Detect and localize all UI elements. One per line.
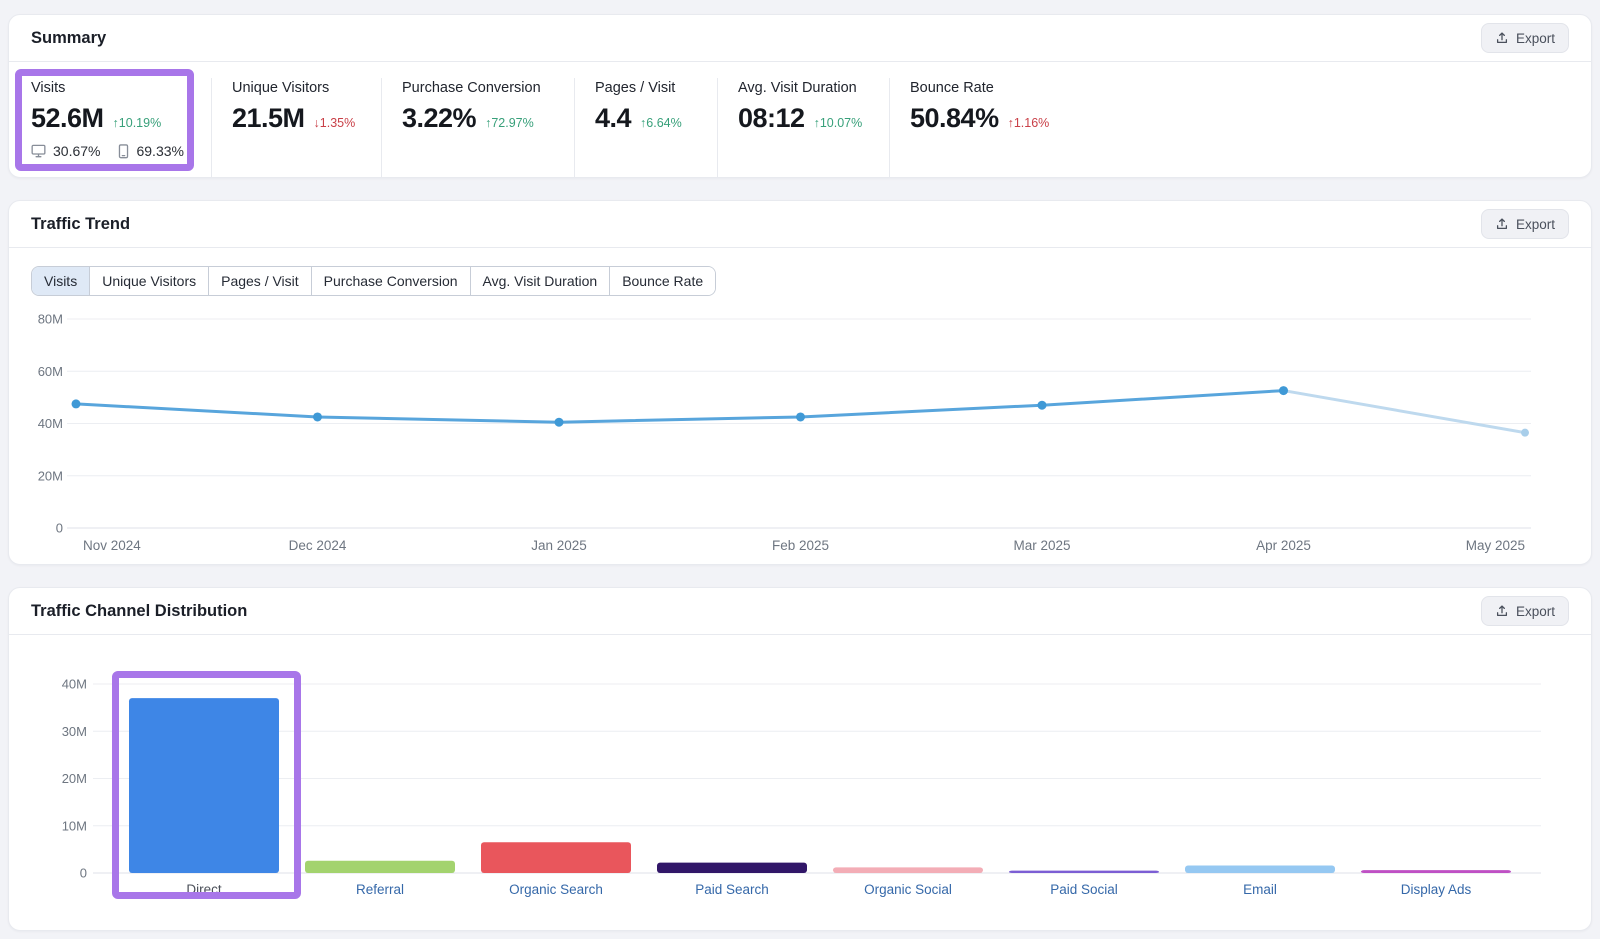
y-tick-label: 40M — [62, 677, 87, 692]
export-icon — [1495, 217, 1509, 231]
trend-metric-tabs: Visits Unique Visitors Pages / Visit Pur… — [31, 266, 716, 296]
trend-point-dec-2024[interactable] — [313, 412, 322, 421]
channel-label-display-ads[interactable]: Display Ads — [1401, 882, 1472, 897]
channel-distribution-header: Traffic Channel Distribution Export — [9, 588, 1591, 635]
channel-distribution-card: Traffic Channel Distribution Export 0 10M… — [8, 587, 1592, 931]
y-tick-label: 80M — [38, 312, 63, 327]
trend-point-may-2025[interactable] — [1521, 429, 1529, 437]
metric-value: 08:12 — [738, 103, 805, 134]
export-icon — [1495, 31, 1509, 45]
x-tick-label: May 2025 — [1466, 538, 1525, 553]
channel-label-email[interactable]: Email — [1243, 882, 1277, 897]
metric-unique-visitors: Unique Visitors 21.5M ↓1.35% — [211, 78, 381, 178]
trend-line-partial — [1284, 391, 1526, 433]
summary-card: Summary Export Visits 52.6M ↑10.19% 30.6… — [8, 14, 1592, 178]
x-tick-label: Jan 2025 — [531, 538, 587, 553]
summary-title: Summary — [31, 29, 106, 48]
y-tick-label: 60M — [38, 364, 63, 379]
y-tick-label: 0 — [80, 866, 87, 881]
summary-metrics-row: Visits 52.6M ↑10.19% 30.67% 69.33% Uniqu… — [9, 62, 1591, 178]
channel-label-paid-search[interactable]: Paid Search — [695, 882, 769, 897]
metric-value: 52.6M — [31, 103, 104, 134]
metric-label: Bounce Rate — [910, 80, 1049, 96]
y-tick-label: 10M — [62, 818, 87, 833]
y-tick-label: 30M — [62, 724, 87, 739]
bar-paid-search[interactable] — [657, 863, 807, 873]
tab-bounce-rate[interactable]: Bounce Rate — [609, 267, 715, 295]
export-icon — [1495, 604, 1509, 618]
bar-paid-social[interactable] — [1009, 871, 1159, 873]
metric-label: Pages / Visit — [595, 80, 707, 96]
device-split: 30.67% 69.33% — [31, 143, 201, 159]
channel-distribution-bar-chart: 0 10M 20M 30M 40M Direct Referral Organic Searc… — [9, 656, 1593, 906]
metric-change: ↑6.64% — [640, 116, 682, 130]
channel-label-paid-social[interactable]: Paid Social — [1050, 882, 1118, 897]
metric-value: 50.84% — [910, 103, 999, 134]
metric-purchase-conversion: Purchase Conversion 3.22% ↑72.97% — [381, 78, 574, 178]
summary-export-button[interactable]: Export — [1481, 23, 1569, 53]
channel-label-organic-social[interactable]: Organic Social — [864, 882, 952, 897]
mobile-share: 69.33% — [136, 143, 183, 159]
y-tick-label: 0 — [56, 521, 63, 536]
y-tick-label: 20M — [62, 771, 87, 786]
metric-value: 3.22% — [402, 103, 476, 134]
export-label: Export — [1516, 31, 1555, 46]
bar-organic-search[interactable] — [481, 842, 631, 873]
tab-pages-per-visit[interactable]: Pages / Visit — [208, 267, 311, 295]
x-tick-label: Apr 2025 — [1256, 538, 1311, 553]
desktop-share: 30.67% — [53, 143, 100, 159]
x-tick-label: Mar 2025 — [1013, 538, 1070, 553]
trend-point-nov-2024[interactable] — [72, 399, 81, 408]
summary-header: Summary Export — [9, 15, 1591, 62]
metric-change: ↑10.19% — [113, 116, 162, 130]
metric-value: 4.4 — [595, 103, 631, 134]
channel-label-organic-search[interactable]: Organic Search — [509, 882, 603, 897]
bar-display-ads[interactable] — [1361, 870, 1511, 873]
metric-avg-visit-duration: Avg. Visit Duration 08:12 ↑10.07% — [717, 78, 889, 178]
metric-change: ↑72.97% — [485, 116, 534, 130]
channel-label-referral[interactable]: Referral — [356, 882, 404, 897]
desktop-icon — [31, 144, 46, 158]
bar-organic-social[interactable] — [833, 867, 983, 873]
traffic-trend-line-chart: 0 20M 40M 60M 80M Nov 2024 Dec 2024 Jan 2025 Feb… — [9, 298, 1593, 563]
y-tick-label: 20M — [38, 468, 63, 483]
metric-change: ↓1.35% — [314, 116, 356, 130]
channel-distribution-export-button[interactable]: Export — [1481, 596, 1569, 626]
trend-point-apr-2025[interactable] — [1279, 386, 1288, 395]
channel-distribution-title: Traffic Channel Distribution — [31, 602, 247, 621]
bar-referral[interactable] — [305, 861, 455, 873]
trend-point-jan-2025[interactable] — [555, 418, 564, 427]
tab-unique-visitors[interactable]: Unique Visitors — [89, 267, 208, 295]
mobile-icon — [118, 144, 129, 159]
metric-label: Unique Visitors — [232, 80, 371, 96]
metric-visits: Visits 52.6M ↑10.19% 30.67% 69.33% — [9, 78, 211, 178]
metric-pages-per-visit: Pages / Visit 4.4 ↑6.64% — [574, 78, 717, 178]
traffic-trend-header: Traffic Trend Export — [9, 201, 1591, 248]
bar-direct[interactable] — [129, 698, 279, 873]
tab-avg-visit-duration[interactable]: Avg. Visit Duration — [470, 267, 610, 295]
tab-visits[interactable]: Visits — [32, 267, 89, 295]
x-tick-label: Nov 2024 — [83, 538, 141, 553]
x-tick-label: Dec 2024 — [289, 538, 347, 553]
metric-label: Purchase Conversion — [402, 80, 564, 96]
traffic-trend-export-button[interactable]: Export — [1481, 209, 1569, 239]
traffic-trend-title: Traffic Trend — [31, 215, 130, 234]
metric-label: Visits — [31, 80, 201, 96]
traffic-trend-card: Traffic Trend Export Visits Unique Visit… — [8, 200, 1592, 565]
metric-bounce-rate: Bounce Rate 50.84% ↑1.16% — [889, 78, 1059, 178]
y-tick-label: 40M — [38, 416, 63, 431]
bar-email[interactable] — [1185, 865, 1335, 873]
metric-change: ↑1.16% — [1008, 116, 1050, 130]
metric-label: Avg. Visit Duration — [738, 80, 879, 96]
x-tick-label: Feb 2025 — [772, 538, 829, 553]
tab-purchase-conversion[interactable]: Purchase Conversion — [311, 267, 470, 295]
channel-label-direct[interactable]: Direct — [186, 882, 222, 897]
metric-value: 21.5M — [232, 103, 305, 134]
export-label: Export — [1516, 604, 1555, 619]
trend-point-mar-2025[interactable] — [1038, 401, 1047, 410]
export-label: Export — [1516, 217, 1555, 232]
metric-change: ↑10.07% — [814, 116, 863, 130]
trend-line — [76, 391, 1284, 423]
trend-point-feb-2025[interactable] — [796, 412, 805, 421]
